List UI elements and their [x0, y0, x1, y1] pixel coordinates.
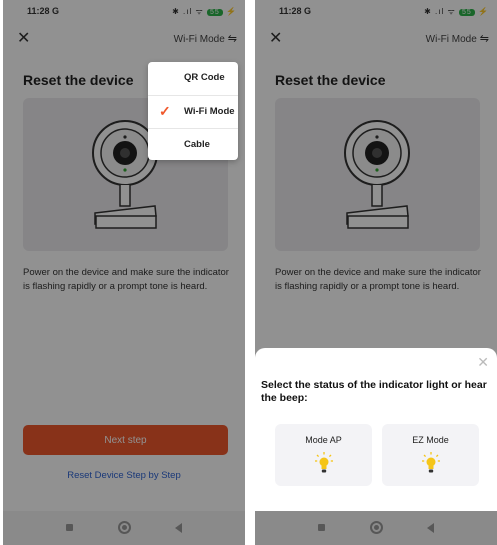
menu-item-wifi-mode[interactable]: ✓ Wi-Fi Mode: [148, 95, 238, 127]
menu-item-label: QR Code: [184, 72, 225, 83]
checkmark-icon: ✓: [159, 103, 171, 119]
close-icon[interactable]: ✕: [477, 354, 489, 371]
phone-screen-right: 11:28 G ✱ .ıl ᯤ 55 ⚡ ✕ Wi-Fi Mode ⇋ Reset…: [255, 0, 497, 545]
ez-mode-option[interactable]: EZ Mode: [382, 424, 479, 486]
mode-dropdown-menu: QR Code ✓ Wi-Fi Mode Cable: [148, 62, 238, 160]
menu-item-label: Cable: [184, 139, 210, 150]
sheet-title: Select the status of the indicator light…: [261, 379, 487, 404]
menu-item-qr-code[interactable]: QR Code: [148, 62, 238, 94]
lightbulb-icon: [315, 452, 333, 473]
menu-item-cable[interactable]: Cable: [148, 128, 238, 160]
indicator-status-sheet: ✕ Select the status of the indicator lig…: [255, 348, 497, 511]
mode-option-label: EZ Mode: [412, 435, 449, 445]
mode-option-label: Mode AP: [305, 435, 342, 445]
menu-item-label: Wi-Fi Mode: [184, 106, 235, 117]
lightbulb-icon: [422, 452, 440, 473]
phone-screen-left: 11:28 G ✱ .ıl ᯤ 55 ⚡ ✕ Wi-Fi Mode ⇋ Reset…: [3, 0, 245, 545]
mode-ap-option[interactable]: Mode AP: [275, 424, 372, 486]
